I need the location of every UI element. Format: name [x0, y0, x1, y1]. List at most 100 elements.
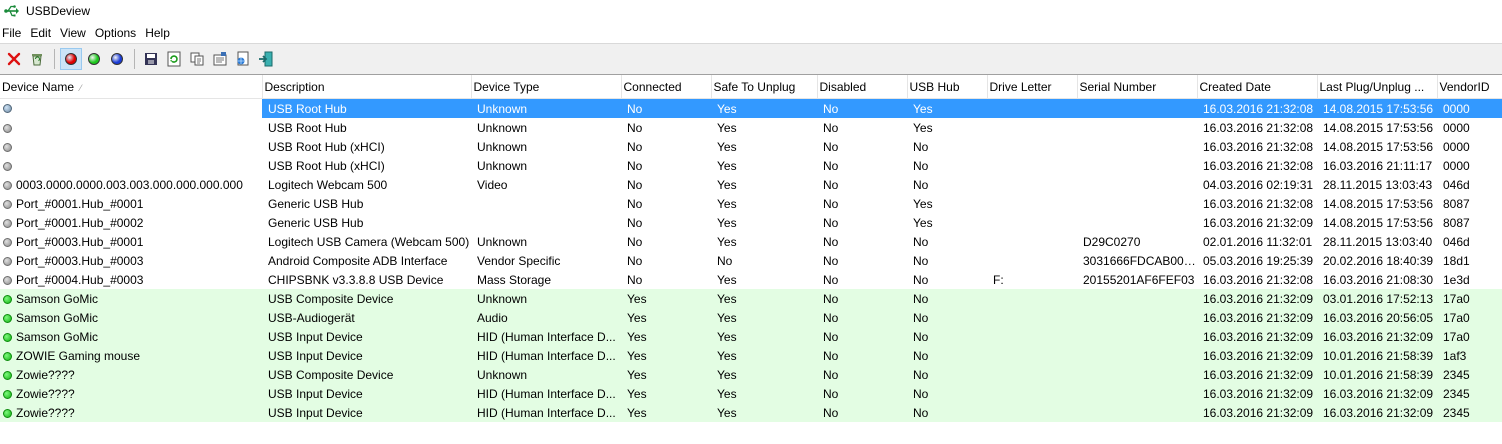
cell-created-date: 16.03.2016 21:32:08	[1197, 98, 1317, 118]
column-header-description[interactable]: Description	[262, 75, 472, 99]
cell-device-name: Port_#0003.Hub_#0003	[0, 251, 262, 270]
table-row[interactable]: USB Root Hub Unknown No Yes No Yes 16.03.2016 …	[0, 98, 1502, 118]
cell-serial-number	[1077, 365, 1197, 384]
cell-drive-letter	[987, 308, 1077, 327]
cell-vendorid: 1af3	[1437, 346, 1502, 365]
exit-button[interactable]	[255, 48, 277, 70]
table-row[interactable]: ZOWIE Gaming mouse USB Input Device HID (H…	[0, 346, 1502, 365]
table-row[interactable]: Zowie???? USB Composite Device Unknown Yes Y…	[0, 365, 1502, 384]
cell-last-plug-unplug: 14.08.2015 17:53:56	[1323, 215, 1434, 230]
cell-created-date: 16.03.2016 21:32:09	[1197, 384, 1317, 403]
cell-connected: No	[627, 177, 643, 192]
column-header-device-type[interactable]: Device Type	[471, 75, 622, 99]
table-row[interactable]: USB Root Hub (xHCI) Unknown No Yes No No 16.03…	[0, 137, 1502, 156]
cell-drive-letter	[987, 365, 1077, 384]
column-header-created-date[interactable]: Created Date	[1197, 75, 1318, 99]
cell-created-date: 16.03.2016 21:32:08	[1203, 158, 1314, 173]
device-name: Zowie????	[16, 386, 75, 401]
refresh-icon	[166, 51, 182, 67]
column-header-safe-to-unplug[interactable]: Safe To Unplug	[711, 75, 818, 99]
blue-dot-button[interactable]	[106, 48, 128, 70]
column-header-serial-number[interactable]: Serial Number	[1077, 75, 1198, 99]
table-row[interactable]: Samson GoMic USB Composite Device Unknown Y…	[0, 289, 1502, 308]
cell-usb-hub: No	[907, 346, 987, 365]
cell-device-type: HID (Human Interface D...	[471, 403, 621, 422]
column-header-last-plug-unplug[interactable]: Last Plug/Unplug ...	[1317, 75, 1438, 99]
cell-safe-to-unplug: Yes	[711, 346, 817, 365]
table-row[interactable]: Port_#0004.Hub_#0003 CHIPSBNK v3.3.8.8 US…	[0, 270, 1502, 289]
cell-usb-hub: Yes	[913, 120, 933, 135]
cell-drive-letter	[987, 251, 1077, 270]
cell-last-plug-unplug: 14.08.2015 17:53:56	[1323, 139, 1434, 154]
cell-disabled: No	[823, 120, 839, 135]
cell-drive-letter	[987, 98, 1077, 118]
menu-options[interactable]: Options	[91, 26, 141, 40]
cell-created-date: 05.03.2016 19:25:39	[1203, 253, 1314, 268]
cell-created-date: 02.01.2016 11:32:01	[1203, 234, 1313, 249]
cell-serial-number	[1077, 346, 1197, 365]
column-header-drive-letter[interactable]: Drive Letter	[987, 75, 1078, 99]
cell-connected: Yes	[621, 289, 711, 308]
cell-usb-hub: No	[913, 272, 929, 287]
cell-usb-hub: No	[907, 384, 987, 403]
cell-drive-letter	[987, 194, 1077, 213]
table-row[interactable]: Port_#0003.Hub_#0001 Logitech USB Camera …	[0, 232, 1502, 251]
column-header-usb-hub[interactable]: USB Hub	[907, 75, 988, 99]
green-dot-button[interactable]	[83, 48, 105, 70]
cell-drive-letter	[987, 118, 1077, 137]
table-row[interactable]: USB Root Hub (xHCI) Unknown No Yes No No 16.03…	[0, 156, 1502, 175]
device-status-icon	[3, 180, 12, 190]
menu-help[interactable]: Help	[141, 26, 175, 40]
table-row[interactable]: Port_#0001.Hub_#0001 Generic USB Hub No Yes…	[0, 194, 1502, 213]
column-header-label: Description	[264, 79, 325, 94]
html-report-button[interactable]	[232, 48, 254, 70]
refresh-button[interactable]	[163, 48, 185, 70]
save-button[interactable]	[140, 48, 162, 70]
cell-last-plug-unplug: 10.01.2016 21:58:39	[1317, 365, 1437, 384]
table-row[interactable]: Port_#0001.Hub_#0002 Generic USB Hub No Yes…	[0, 213, 1502, 232]
cell-connected: No	[627, 234, 643, 249]
column-header-vendorid[interactable]: VendorID	[1437, 75, 1502, 99]
cell-device-name	[0, 118, 262, 137]
table-row[interactable]: Samson GoMic USB Input Device HID (Human I…	[0, 327, 1502, 346]
copy-button[interactable]	[186, 48, 208, 70]
menu-edit[interactable]: Edit	[26, 26, 56, 40]
device-status-icon	[3, 351, 12, 361]
cell-drive-letter	[987, 137, 1077, 156]
column-header-disabled[interactable]: Disabled	[817, 75, 908, 99]
copy-icon	[189, 51, 205, 67]
column-header-connected[interactable]: Connected	[621, 75, 712, 99]
cell-safe-to-unplug: Yes	[717, 215, 737, 230]
properties-button[interactable]	[209, 48, 231, 70]
device-status-icon	[3, 123, 12, 133]
cell-serial-number	[1077, 156, 1197, 175]
red-dot-button[interactable]	[60, 48, 82, 70]
cell-safe-to-unplug: Yes	[717, 234, 737, 249]
uninstall-button[interactable]	[3, 48, 25, 70]
device-status-icon	[3, 237, 12, 247]
table-row[interactable]: Zowie???? USB Input Device HID (Human Inte…	[0, 384, 1502, 403]
cell-device-type: Unknown	[471, 98, 621, 118]
table-row[interactable]: Zowie???? USB Input Device HID (Human Inte…	[0, 403, 1502, 422]
menu-file[interactable]: File	[0, 26, 26, 40]
table-row[interactable]: Samson GoMic USB-Audiogerät Audio Yes Yes No N…	[0, 308, 1502, 327]
column-header-device-name[interactable]: Device Name ⁄	[0, 75, 263, 99]
cell-device-type: Video	[477, 177, 508, 192]
table-body: USB Root Hub Unknown No Yes No Yes 16.03.2016 …	[0, 98, 1502, 422]
cell-usb-hub: No	[907, 327, 987, 346]
menu-view[interactable]: View	[56, 26, 91, 40]
cell-disabled: No	[823, 253, 839, 268]
table-row[interactable]: 0003.0000.0000.003.003.000.000.000.000 Lo…	[0, 175, 1502, 194]
recycle-button[interactable]	[26, 48, 48, 70]
cell-vendorid: 18d1	[1443, 253, 1470, 268]
cell-device-type: Audio	[471, 308, 621, 327]
cell-connected: No	[627, 196, 643, 211]
cell-safe-to-unplug: Yes	[711, 289, 817, 308]
cell-disabled: No	[817, 327, 907, 346]
table-row[interactable]: USB Root Hub Unknown No Yes No Yes 16.03.2016 …	[0, 118, 1502, 137]
cell-usb-hub: Yes	[907, 98, 987, 118]
cell-serial-number	[1077, 403, 1197, 422]
device-name: Port_#0001.Hub_#0001	[16, 196, 144, 211]
cell-description: USB Root Hub	[262, 98, 471, 118]
table-row[interactable]: Port_#0003.Hub_#0003 Android Composite AD…	[0, 251, 1502, 270]
